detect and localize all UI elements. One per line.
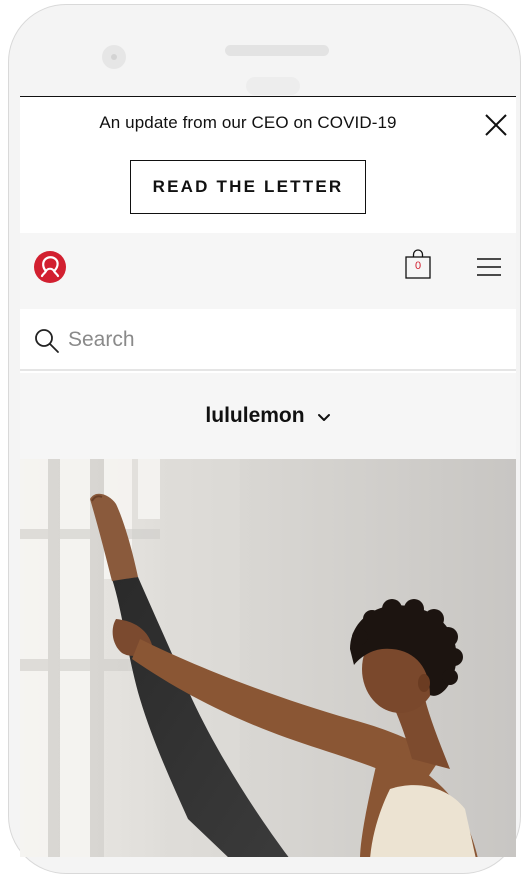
menu-button[interactable] (476, 257, 502, 277)
close-banner-button[interactable] (482, 111, 510, 139)
phone-camera (102, 45, 126, 69)
close-icon (485, 114, 507, 136)
search-icon (35, 329, 59, 353)
shopping-bag-button[interactable]: 0 (404, 249, 432, 279)
hero-image (20, 459, 516, 857)
brand-selector[interactable]: lululemon (20, 373, 516, 459)
hero-photo-yoga (20, 459, 516, 857)
hamburger-menu-icon (477, 258, 501, 276)
covid-announcement-banner: An update from our CEO on COVID-19 READ … (20, 97, 516, 233)
banner-message: An update from our CEO on COVID-19 (99, 113, 397, 132)
bag-item-count: 0 (414, 260, 422, 272)
site-header: 0 (20, 233, 516, 309)
chevron-down-icon (317, 413, 330, 421)
search-bar (20, 309, 516, 371)
logo-icon (34, 251, 66, 283)
search-input[interactable] (68, 323, 488, 357)
read-the-letter-button[interactable]: READ THE LETTER (130, 160, 366, 214)
brand-selector-label: lululemon (205, 404, 305, 427)
mobile-screen: An update from our CEO on COVID-19 READ … (20, 96, 516, 857)
phone-sensor (246, 77, 300, 95)
phone-speaker (225, 45, 329, 56)
home-logo-link[interactable] (33, 250, 67, 284)
